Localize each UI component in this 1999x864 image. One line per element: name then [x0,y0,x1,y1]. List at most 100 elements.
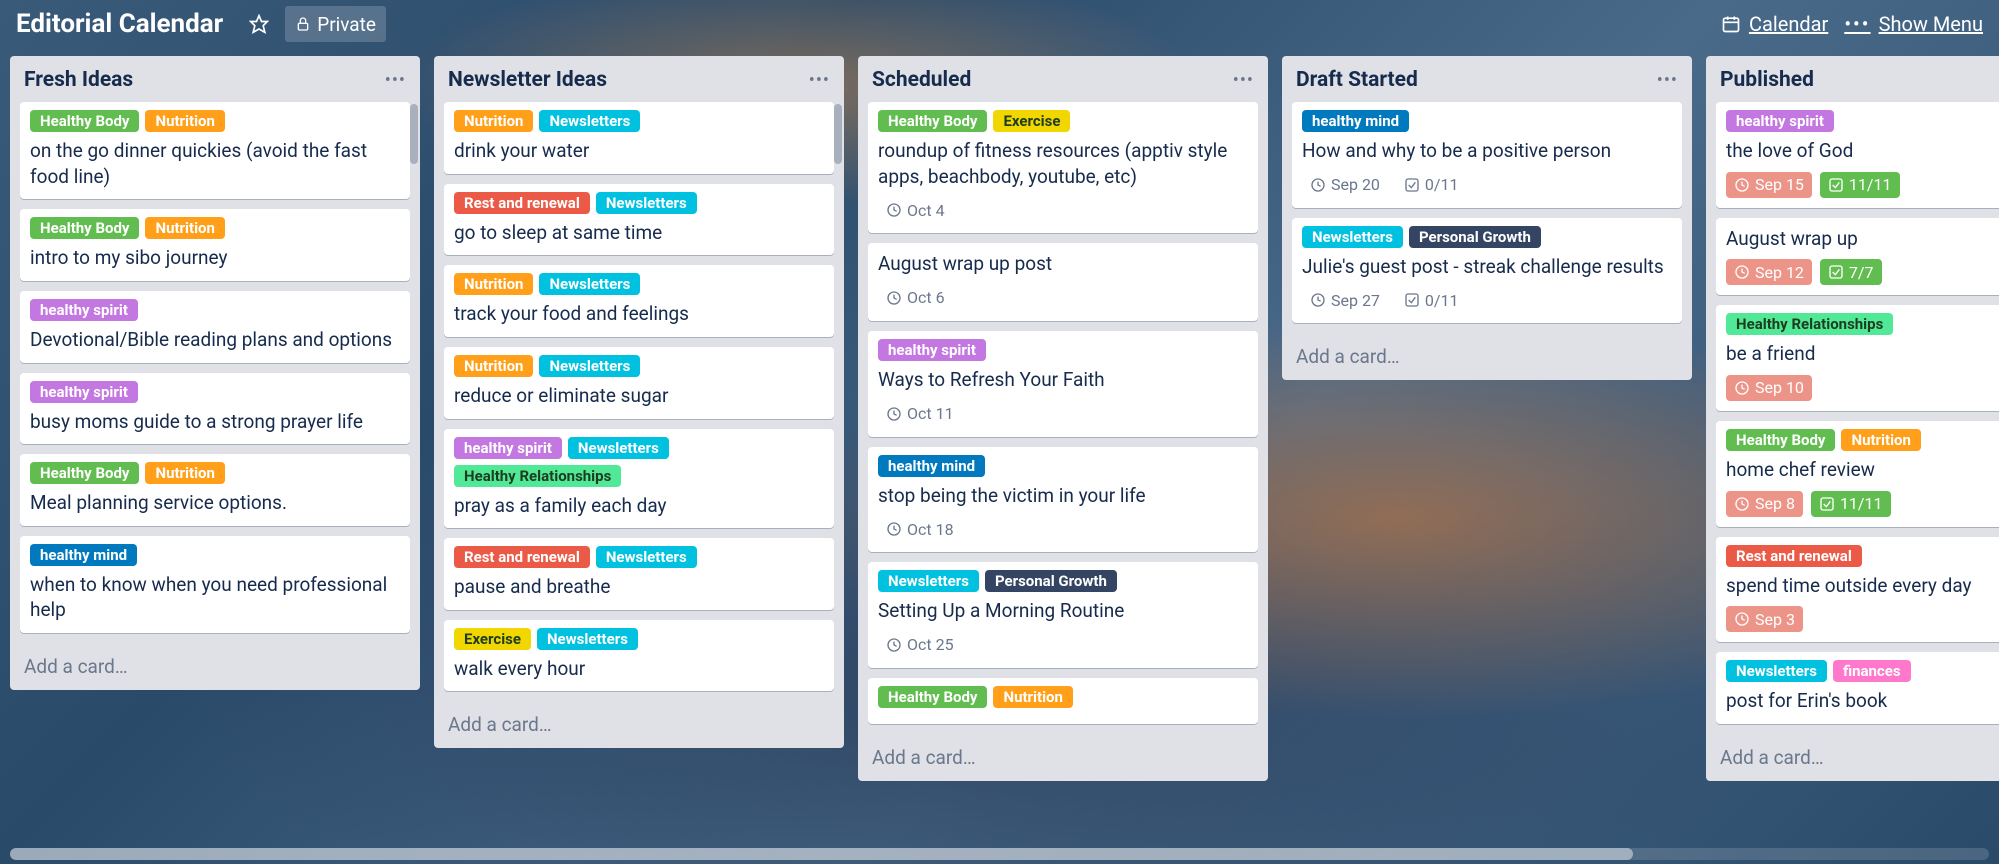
label[interactable]: Exercise [454,628,531,650]
label[interactable]: Newsletters [878,570,979,592]
card[interactable]: healthy spirit Newsletters Healthy Relatio… [444,429,834,529]
card[interactable]: NutritionNewslettersreduce or eliminate … [444,347,834,419]
show-menu-link[interactable]: ••• Show Menu [1844,12,1983,36]
card[interactable]: healthy spiritDevotional/Bible reading p… [20,291,410,363]
label[interactable]: healthy mind [1302,110,1409,132]
label[interactable]: Nutrition [145,462,224,484]
card[interactable]: healthy spiritthe love of GodSep 1511/11 [1716,102,1999,208]
card[interactable]: healthy mindstop being the victim in you… [868,447,1258,553]
add-card-button[interactable]: Add a card… [1706,736,1999,781]
card[interactable]: Newslettersfinancespost for Erin's book [1716,652,1999,724]
label[interactable]: Nutrition [454,273,533,295]
label[interactable]: Personal Growth [985,570,1117,592]
label[interactable]: Healthy Body [878,110,987,132]
privacy-label: Private [317,13,376,36]
list-title[interactable]: Newsletter Ideas [448,68,809,92]
label[interactable]: Newsletters [596,546,697,568]
label[interactable]: healthy spirit [30,381,138,403]
list-title[interactable]: Published [1720,68,1999,92]
list-title[interactable]: Fresh Ideas [24,68,385,92]
label[interactable]: Newsletters [568,437,669,459]
list-header: Newsletter Ideas••• [434,56,844,102]
card[interactable]: August wrap upSep 127/7 [1716,218,1999,296]
card[interactable]: NewslettersPersonal GrowthSetting Up a M… [868,562,1258,668]
label[interactable]: healthy mind [30,544,137,566]
list-title[interactable]: Scheduled [872,68,1233,92]
card[interactable]: healthy spiritWays to Refresh Your Faith… [868,331,1258,437]
checklist-icon [1819,496,1835,512]
card[interactable]: ExerciseNewsletterswalk every hour [444,620,834,692]
card[interactable]: Healthy Body Nutrition [868,678,1258,724]
label[interactable]: Newsletters [596,192,697,214]
card[interactable]: NutritionNewsletterstrack your food and … [444,265,834,337]
card-title: drink your water [454,138,824,164]
card[interactable]: Healthy Relationshipsbe a friendSep 10 [1716,305,1999,411]
label[interactable]: Healthy Relationships [1726,313,1893,335]
label[interactable]: healthy spirit [1726,110,1834,132]
label[interactable]: Rest and renewal [454,192,590,214]
label[interactable]: Healthy Relationships [454,465,621,487]
list-menu-button[interactable]: ••• [1233,70,1254,91]
card[interactable]: Healthy BodyExerciseroundup of fitness r… [868,102,1258,233]
label[interactable]: healthy spirit [454,437,562,459]
label[interactable]: Nutrition [454,355,533,377]
list-scrollbar[interactable] [410,104,418,164]
card[interactable]: healthy mindHow and why to be a positive… [1292,102,1682,208]
label[interactable]: Personal Growth [1409,226,1541,248]
label[interactable]: Newsletters [539,273,640,295]
add-card-button[interactable]: Add a card… [10,645,420,690]
card[interactable]: Healthy BodyNutritionhome chef reviewSep… [1716,421,1999,527]
label[interactable]: Nutrition [145,110,224,132]
label[interactable]: Healthy Body [878,686,987,708]
label[interactable]: Exercise [993,110,1070,132]
label[interactable]: Healthy Body [30,462,139,484]
list-scrollbar[interactable] [834,104,842,164]
add-card-button[interactable]: Add a card… [434,703,844,748]
label[interactable]: Healthy Body [1726,429,1835,451]
card[interactable]: Rest and renewalspend time outside every… [1716,537,1999,643]
label[interactable]: Newsletters [1302,226,1403,248]
board-canvas[interactable]: Fresh Ideas•••Healthy BodyNutritionon th… [0,48,1999,846]
calendar-link[interactable]: Calendar [1721,12,1828,36]
privacy-button[interactable]: Private [285,6,386,42]
list-menu-button[interactable]: ••• [809,70,830,91]
label[interactable]: healthy mind [878,455,985,477]
label[interactable]: Healthy Body [30,110,139,132]
card[interactable]: Healthy BodyNutritionMeal planning servi… [20,454,410,526]
label[interactable]: Healthy Body [30,217,139,239]
card[interactable]: healthy mindwhen to know when you need p… [20,536,410,633]
card[interactable]: Healthy BodyNutritionintro to my sibo jo… [20,209,410,281]
board-title[interactable]: Editorial Calendar [16,9,223,39]
badge-text: Sep 27 [1331,291,1380,310]
label[interactable]: Rest and renewal [454,546,590,568]
card[interactable]: Rest and renewalNewslettersgo to sleep a… [444,184,834,256]
label[interactable]: Nutrition [454,110,533,132]
label[interactable]: Newsletters [537,628,638,650]
label[interactable]: Nutrition [993,686,1072,708]
label[interactable]: healthy spirit [30,299,138,321]
horizontal-scrollbar-thumb[interactable] [10,848,1633,860]
list-menu-button[interactable]: ••• [1657,70,1678,91]
list-title[interactable]: Draft Started [1296,68,1657,92]
label[interactable]: Newsletters [539,355,640,377]
card[interactable]: August wrap up postOct 6 [868,243,1258,321]
label[interactable]: finances [1833,660,1911,682]
horizontal-scrollbar[interactable] [10,848,1989,860]
star-button[interactable] [239,6,279,42]
card[interactable]: Healthy BodyNutritionon the go dinner qu… [20,102,410,199]
card[interactable]: healthy spiritbusy moms guide to a stron… [20,373,410,445]
checklist-badge: 0/11 [1396,287,1467,313]
due-date-badge: Oct 4 [878,197,953,223]
card[interactable]: Nutrition Newsletters drink your water [444,102,834,174]
label[interactable]: Nutrition [1841,429,1920,451]
label[interactable]: Rest and renewal [1726,545,1862,567]
card[interactable]: NewslettersPersonal GrowthJulie's guest … [1292,218,1682,324]
card[interactable]: Rest and renewalNewsletterspause and bre… [444,538,834,610]
label[interactable]: Newsletters [539,110,640,132]
label[interactable]: healthy spirit [878,339,986,361]
list-menu-button[interactable]: ••• [385,70,406,91]
add-card-button[interactable]: Add a card… [858,736,1268,781]
label[interactable]: Nutrition [145,217,224,239]
add-card-button[interactable]: Add a card… [1282,335,1692,380]
label[interactable]: Newsletters [1726,660,1827,682]
